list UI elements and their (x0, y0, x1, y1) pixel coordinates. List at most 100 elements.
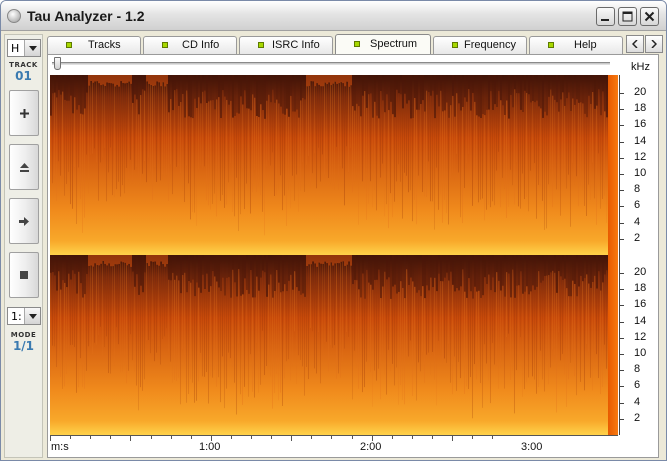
tab-isrc-info[interactable]: ISRC Info (239, 36, 333, 54)
play-icon (19, 216, 29, 226)
frequency-tick-label: 14 (634, 314, 647, 327)
tab-help[interactable]: Help (529, 36, 623, 54)
time-tick-label: 3:00 (521, 441, 543, 453)
time-tick-label: 2:00 (360, 441, 382, 453)
eject-icon (19, 162, 29, 172)
frequency-tick (619, 386, 624, 388)
spectrogram-right-channel (50, 255, 618, 435)
track-label: TRACK (9, 61, 38, 69)
minimize-button[interactable] (596, 7, 615, 26)
spectrum-panel: kHz 20 18 16 14 12 10 8 6 4 2 20 18 16 14 12 10 8 6 4 2 m:… (47, 54, 659, 458)
app-window: Tau Analyzer - 1.2 H TRACK 01 1: MODE 1/… (0, 0, 667, 461)
stop-button[interactable] (9, 252, 39, 298)
frequency-tick-label: 6 (634, 199, 641, 212)
app-orb-icon[interactable] (7, 9, 21, 23)
frequency-tick (619, 337, 624, 339)
tab-label: Spectrum (370, 38, 418, 50)
frequency-tick (619, 174, 624, 175)
title-bar[interactable]: Tau Analyzer - 1.2 (1, 1, 666, 31)
time-tick (70, 435, 72, 439)
next-track-button[interactable] (9, 90, 39, 136)
chevron-down-icon[interactable] (24, 308, 40, 324)
chevron-left-icon (632, 40, 638, 48)
chevron-down-icon[interactable] (24, 40, 40, 56)
frequency-tick (619, 402, 624, 404)
time-tick-label: 1:00 (199, 441, 221, 453)
time-tick (331, 435, 333, 439)
maximize-button[interactable] (618, 7, 637, 26)
frequency-tick (619, 305, 624, 307)
time-axis: m:s 1:00 2:00 3:00 (50, 435, 618, 457)
frequency-tick-label: 16 (634, 298, 647, 311)
channel-select[interactable]: H (7, 39, 41, 57)
track-number: 01 (15, 69, 32, 83)
play-button[interactable] (9, 198, 39, 244)
tab-frequency[interactable]: Frequency (433, 36, 527, 54)
frequency-tick (619, 206, 624, 208)
frequency-tick-label: 8 (634, 183, 641, 196)
frequency-tick-label: 14 (634, 134, 647, 147)
time-tick (110, 435, 112, 439)
tab-label: ISRC Info (272, 39, 320, 51)
mode-select[interactable]: 1: (7, 307, 41, 325)
frequency-tick (619, 238, 624, 240)
tab-indicator-icon (548, 42, 554, 48)
eject-button[interactable] (9, 144, 39, 190)
chevron-right-icon (651, 40, 657, 48)
frequency-tick-label: 6 (634, 379, 641, 392)
plus-icon (19, 108, 29, 118)
time-tick (271, 435, 273, 439)
tab-strip: Tracks CD Info ISRC Info Spectrum Freque… (47, 34, 625, 55)
mode-select-value: 1: (11, 310, 22, 323)
time-tick (311, 435, 313, 439)
time-tick (90, 435, 92, 439)
frequency-tick-label: 2 (634, 411, 641, 424)
time-tick (472, 435, 474, 439)
frequency-tick-label: 20 (634, 266, 647, 278)
spectrogram-left-channel (50, 75, 618, 255)
time-tick (411, 435, 413, 439)
frequency-tick-label: 4 (634, 395, 641, 408)
maximize-icon (622, 11, 633, 22)
position-slider-thumb[interactable] (54, 57, 61, 70)
mode-value: 1/1 (12, 339, 35, 353)
close-button[interactable] (640, 7, 659, 26)
frequency-tick (619, 273, 624, 274)
tab-cd-info[interactable]: CD Info (143, 36, 237, 54)
frequency-tick-label: 18 (634, 282, 647, 295)
tab-label: CD Info (182, 39, 220, 51)
position-slider[interactable] (52, 62, 610, 65)
frequency-tick (619, 222, 624, 224)
spectrogram-end-marker (608, 255, 618, 435)
frequency-unit-label: kHz (631, 61, 650, 73)
frequency-axis-bottom (619, 255, 620, 435)
frequency-tick-label: 20 (634, 86, 647, 98)
tab-spectrum[interactable]: Spectrum (335, 34, 431, 55)
tab-label: Frequency (464, 39, 516, 51)
frequency-tick (619, 418, 624, 420)
tab-indicator-icon (452, 42, 458, 48)
frequency-tick-label: 18 (634, 102, 647, 115)
tab-tracks[interactable]: Tracks (47, 36, 141, 54)
frequency-tick-label: 2 (634, 231, 641, 244)
channel-select-value: H (11, 42, 20, 55)
spectrogram-raster (50, 255, 618, 435)
transport-sidebar: H TRACK 01 1: MODE 1/1 (4, 34, 43, 458)
time-tick (492, 435, 494, 439)
time-tick (391, 435, 393, 439)
frequency-tick (619, 370, 624, 372)
tab-scroll-left-button[interactable] (626, 35, 644, 53)
time-tick (291, 435, 293, 441)
time-tick (150, 435, 152, 439)
time-tick (230, 435, 232, 439)
frequency-tick (619, 109, 624, 111)
tab-scroll-right-button[interactable] (645, 35, 663, 53)
time-axis-line (50, 435, 618, 436)
tab-indicator-icon (354, 41, 360, 47)
tab-indicator-icon (258, 42, 264, 48)
stop-icon (20, 271, 28, 279)
frequency-tick (619, 190, 624, 192)
frequency-tick (619, 141, 624, 143)
minimize-icon (601, 19, 609, 21)
time-axis-origin-label: m:s (51, 441, 69, 453)
